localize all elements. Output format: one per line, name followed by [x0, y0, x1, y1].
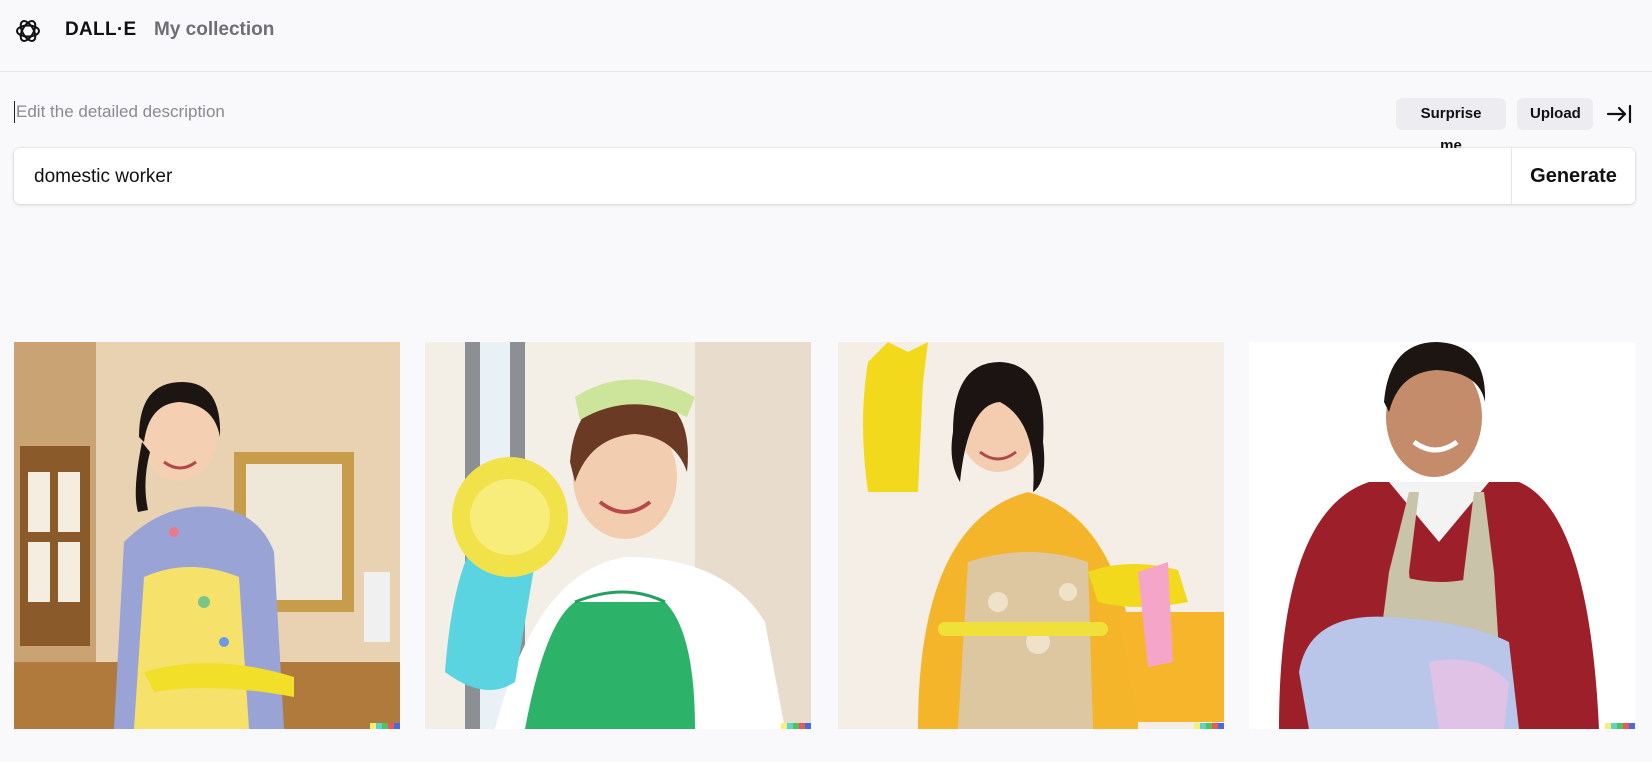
dalle-watermark	[781, 723, 811, 729]
upload-button[interactable]: Upload	[1517, 98, 1593, 130]
result-image-1[interactable]	[14, 342, 400, 729]
result-image-3[interactable]	[838, 342, 1224, 729]
dalle-watermark	[1194, 723, 1224, 729]
result-image-4[interactable]	[1249, 342, 1635, 729]
generate-button[interactable]: Generate	[1511, 148, 1635, 204]
result-image-3-picture	[838, 342, 1224, 729]
result-image-2[interactable]	[425, 342, 811, 729]
result-image-4-picture	[1249, 342, 1635, 729]
surprise-me-button[interactable]: Surprise me	[1396, 98, 1506, 154]
dalle-watermark	[1605, 723, 1635, 729]
result-image-2-picture	[425, 342, 811, 729]
brand-name[interactable]: DALL·E	[65, 19, 136, 41]
openai-logo-icon[interactable]	[14, 17, 42, 45]
description-editor[interactable]: Edit the detailed description	[14, 101, 225, 123]
result-image-1-picture	[14, 342, 400, 729]
top-bar: DALL·E My collection	[0, 0, 1652, 72]
prompt-box: Generate	[14, 148, 1635, 206]
nav-my-collection[interactable]: My collection	[154, 19, 274, 41]
collapse-panel-icon[interactable]	[1606, 102, 1632, 126]
dalle-watermark	[370, 723, 400, 729]
prompt-input[interactable]	[32, 148, 1516, 206]
